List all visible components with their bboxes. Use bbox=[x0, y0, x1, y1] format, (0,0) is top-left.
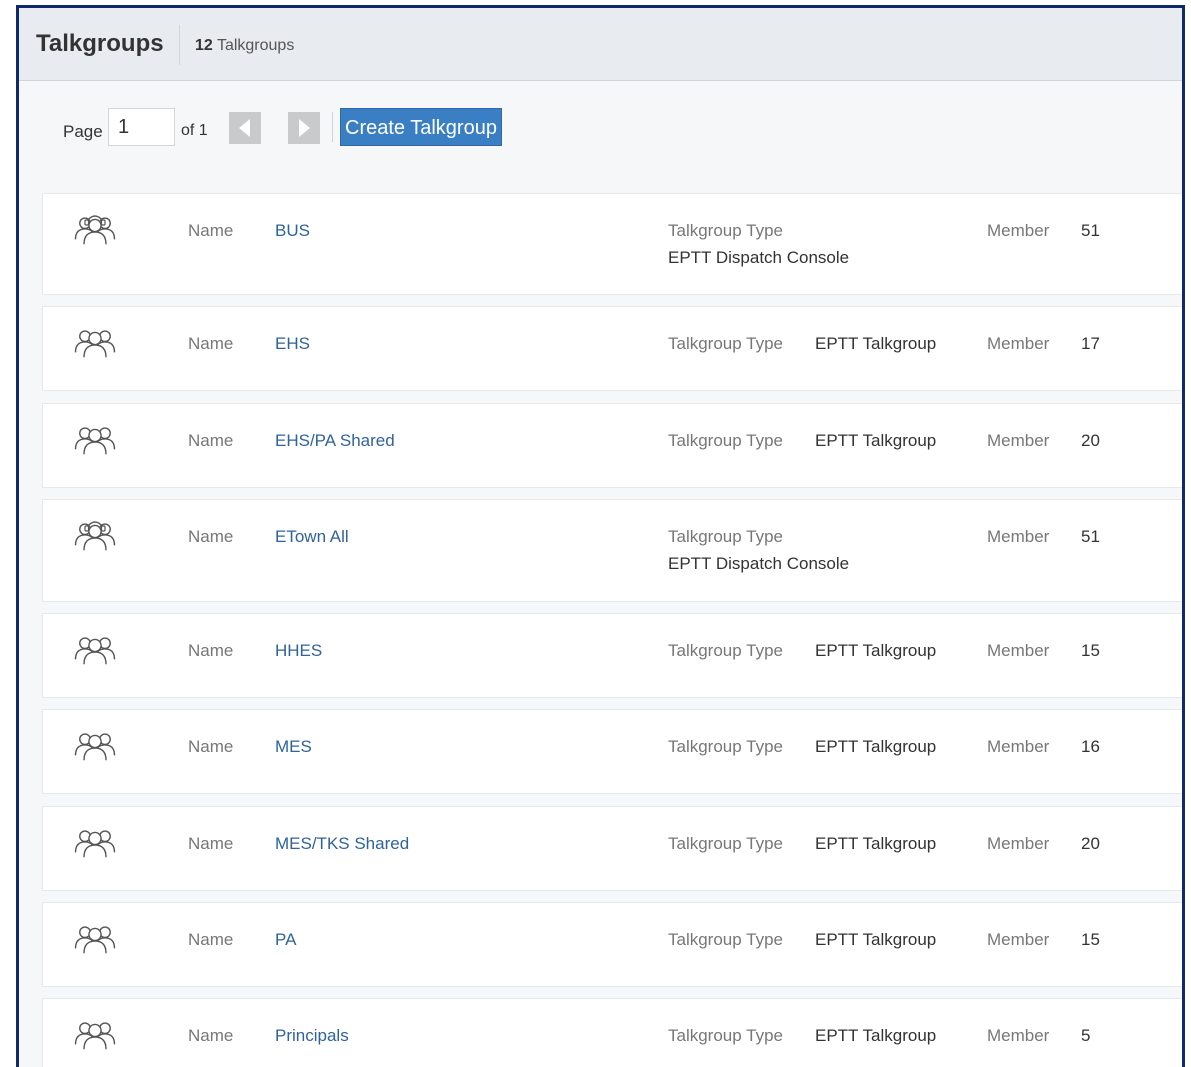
talkgroup-icon bbox=[73, 920, 117, 958]
talkgroup-type-label: Talkgroup Type bbox=[668, 221, 783, 240]
dispatch-console-group-icon bbox=[73, 211, 117, 249]
member-label: Member bbox=[987, 221, 1050, 240]
talkgroup-name-link[interactable]: Principals bbox=[275, 1026, 349, 1046]
pagination-bar: Page of 1 Create Talkgroup bbox=[19, 108, 619, 150]
name-label: Name bbox=[188, 221, 234, 240]
talkgroup-type-value: EPTT Talkgroup bbox=[815, 834, 937, 853]
talkgroup-count-number: 12 bbox=[195, 37, 213, 54]
talkgroup-count-label: Talkgroups bbox=[216, 37, 295, 54]
member-count: 17 bbox=[1081, 334, 1100, 353]
talkgroup-type-value: EPTT Talkgroup bbox=[815, 641, 937, 660]
member-label: Member bbox=[987, 431, 1050, 450]
name-label: Name bbox=[188, 737, 234, 756]
talkgroup-name-link[interactable]: EHS bbox=[275, 334, 310, 354]
talkgroup-icon bbox=[73, 824, 117, 862]
name-label: Name bbox=[188, 930, 234, 949]
member-count: 5 bbox=[1081, 1026, 1091, 1045]
create-talkgroup-button[interactable]: Create Talkgroup bbox=[340, 108, 502, 146]
name-label: Name bbox=[188, 431, 234, 450]
page-header: Talkgroups 12 Talkgroups bbox=[19, 8, 1182, 81]
member-label: Member bbox=[987, 1026, 1050, 1045]
page-label: Page bbox=[63, 122, 103, 141]
talkgroup-type-value: EPTT Dispatch Console bbox=[668, 248, 850, 267]
talkgroup-icon bbox=[73, 727, 117, 765]
member-count: 51 bbox=[1081, 221, 1100, 240]
member-count: 15 bbox=[1081, 641, 1100, 660]
talkgroup-icon bbox=[73, 631, 117, 669]
member-count: 16 bbox=[1081, 737, 1100, 756]
member-label: Member bbox=[987, 334, 1050, 353]
page-total-label: of 1 bbox=[181, 122, 208, 139]
previous-page-button[interactable] bbox=[229, 112, 261, 144]
member-label: Member bbox=[987, 737, 1050, 756]
talkgroups-panel: Talkgroups 12 Talkgroups Page of 1 Creat… bbox=[16, 5, 1185, 1067]
next-page-button[interactable] bbox=[288, 112, 320, 144]
dispatch-console-group-icon bbox=[73, 517, 117, 555]
member-label: Member bbox=[987, 834, 1050, 853]
talkgroup-type-label: Talkgroup Type bbox=[668, 431, 783, 450]
talkgroup-count: 12 Talkgroups bbox=[195, 37, 294, 55]
name-label: Name bbox=[188, 527, 234, 546]
member-count: 20 bbox=[1081, 834, 1100, 853]
name-label: Name bbox=[188, 1026, 234, 1045]
talkgroup-type-label: Talkgroup Type bbox=[668, 930, 783, 949]
pager-divider bbox=[332, 112, 333, 142]
name-label: Name bbox=[188, 834, 234, 853]
talkgroup-row[interactable]: Name ETown All Talkgroup Type EPTT Dispatch… bbox=[42, 499, 1182, 602]
talkgroup-row[interactable]: Name EHS/PA Shared Talkgroup Type EPTT Talk… bbox=[42, 403, 1182, 488]
talkgroup-name-link[interactable]: HHES bbox=[275, 641, 322, 661]
talkgroup-type-value: EPTT Talkgroup bbox=[815, 334, 937, 353]
talkgroup-row[interactable]: Name BUS Talkgroup Type EPTT Dispatch Conso… bbox=[42, 193, 1182, 295]
talkgroup-type-label: Talkgroup Type bbox=[668, 334, 783, 353]
talkgroup-type-value: EPTT Dispatch Console bbox=[668, 554, 850, 573]
talkgroup-type-value: EPTT Talkgroup bbox=[815, 1026, 937, 1045]
member-label: Member bbox=[987, 641, 1050, 660]
talkgroup-icon bbox=[73, 324, 117, 362]
member-label: Member bbox=[987, 527, 1050, 546]
talkgroup-type-label: Talkgroup Type bbox=[668, 737, 783, 756]
page-title: Talkgroups bbox=[36, 30, 164, 57]
talkgroup-name-link[interactable]: EHS/PA Shared bbox=[275, 431, 395, 451]
talkgroup-type-label: Talkgroup Type bbox=[668, 527, 783, 546]
talkgroup-row[interactable]: Name MES/TKS Shared Talkgroup Type EPTT Tal… bbox=[42, 806, 1182, 891]
talkgroup-type-value: EPTT Talkgroup bbox=[815, 431, 937, 450]
talkgroup-name-link[interactable]: MES/TKS Shared bbox=[275, 834, 409, 854]
talkgroup-row[interactable]: Name MES Talkgroup Type EPTT Talkgroup Membe… bbox=[42, 709, 1182, 794]
chevron-right-icon bbox=[299, 119, 310, 137]
talkgroup-type-label: Talkgroup Type bbox=[668, 1026, 783, 1045]
talkgroup-name-link[interactable]: ETown All bbox=[275, 527, 349, 547]
member-count: 15 bbox=[1081, 930, 1100, 949]
talkgroup-type-label: Talkgroup Type bbox=[668, 834, 783, 853]
talkgroup-type-value: EPTT Talkgroup bbox=[815, 737, 937, 756]
chevron-left-icon bbox=[239, 119, 250, 137]
talkgroup-name-link[interactable]: PA bbox=[275, 930, 296, 950]
member-label: Member bbox=[987, 930, 1050, 949]
talkgroup-icon bbox=[73, 1016, 117, 1054]
talkgroup-row[interactable]: Name EHS Talkgroup Type EPTT Talkgroup Membe… bbox=[42, 306, 1182, 391]
talkgroup-type-label: Talkgroup Type bbox=[668, 641, 783, 660]
talkgroup-type-value: EPTT Talkgroup bbox=[815, 930, 937, 949]
header-divider bbox=[179, 25, 180, 65]
page-number-input[interactable] bbox=[108, 108, 175, 146]
talkgroup-row[interactable]: Name Principals Talkgroup Type EPTT Talkgro… bbox=[42, 998, 1182, 1067]
talkgroup-row[interactable]: Name PA Talkgroup Type EPTT Talkgroup Member… bbox=[42, 902, 1182, 987]
talkgroup-row[interactable]: Name HHES Talkgroup Type EPTT Talkgroup Memb… bbox=[42, 613, 1182, 698]
name-label: Name bbox=[188, 641, 234, 660]
talkgroup-icon bbox=[73, 421, 117, 459]
talkgroup-name-link[interactable]: BUS bbox=[275, 221, 310, 241]
talkgroup-name-link[interactable]: MES bbox=[275, 737, 312, 757]
member-count: 20 bbox=[1081, 431, 1100, 450]
member-count: 51 bbox=[1081, 527, 1100, 546]
name-label: Name bbox=[188, 334, 234, 353]
